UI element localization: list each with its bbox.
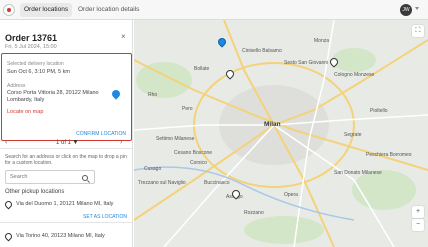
pager-prev-button[interactable]: ‹ [5,139,7,146]
map-pin-icon [3,199,14,210]
map-roads [134,20,428,247]
map[interactable]: Milan Monza Sesto San Giovanni Cologno M… [134,20,428,247]
map-place-label: Sesto San Giovanni [284,60,329,66]
order-panel: Order 13761 Fri, 5 Jul 2024, 15:00 × Sel… [0,20,133,247]
confirm-location-button[interactable]: CONFIRM LOCATION [76,131,126,137]
map-place-label: Pioltello [370,108,388,114]
map-pin-icon [3,231,14,242]
search-box[interactable] [5,170,95,184]
search-icon[interactable] [82,175,88,181]
page-title: Order 13761 [5,33,58,43]
map-pin-icon [110,88,122,100]
top-bar: Order locations Order location details J… [0,0,428,20]
tab-order-location-details[interactable]: Order location details [74,3,143,17]
list-item[interactable]: Via del Duomo 1, 20121 Milano MI, Italy … [0,199,132,223]
selected-location-card[interactable]: Selected delivery location Sun Oct 6, 3:… [1,53,132,141]
map-place-label: Monza [314,38,330,44]
filter-icon[interactable]: ▼ [72,139,79,146]
map-place-label: Trezzano sul Naviglio [138,180,186,186]
order-subtitle: Fri, 5 Jul 2024, 15:00 [5,44,57,50]
zoom-in-button[interactable]: + [412,206,424,218]
map-place-label: Corsico [190,160,207,166]
location-address: Via del Duomo 1, 20121 Milano MI, Italy [16,201,114,207]
app-logo-icon[interactable] [3,4,15,16]
map-place-label: Cologno Monzese [334,72,375,78]
map-place-label: Pero [182,106,193,112]
map-place-label: Bollate [194,66,210,72]
list-item[interactable]: Via Torino 40, 20123 Milano MI, Italy [0,231,132,247]
card-date: Sun Oct 6, 3:10 PM, 5 km [7,69,70,75]
map-place-label: Rho [148,92,158,98]
pager: ‹ 1 of 1 ▼ › [0,138,132,149]
close-icon[interactable]: × [121,32,126,41]
map-place-label: Rozzano [244,210,264,216]
chevron-down-icon[interactable] [415,7,419,10]
pager-count: 1 of 1 [56,140,72,146]
help-text-2: for a custom location. [5,160,53,166]
map-place-label: Peschiera Borromeo [366,152,412,158]
location-address: Via Torino 40, 20123 Milano MI, Italy [16,233,105,239]
avatar[interactable]: JW [400,4,412,16]
pager-next-button[interactable]: › [120,139,122,146]
search-input[interactable] [10,174,80,180]
section-heading: Other pickup locations [5,189,65,195]
set-as-location-button[interactable]: SET AS LOCATION [83,214,127,220]
map-city-label: Milan [264,121,281,128]
card-address-line1: Corso Porta Vittoria 28, 20122 Milano [7,90,99,96]
card-address-label: Address [7,83,26,89]
map-place-label: Cesano Boscone [174,150,213,156]
tab-order-locations[interactable]: Order locations [20,3,73,17]
fullscreen-button[interactable]: ⛶ [412,25,424,37]
map-place-label: Opera [284,192,298,198]
map-place-label: Cusago [144,166,162,172]
map-place-label: San Donato Milanese [334,170,382,176]
map-place-label: Buccinasco [204,180,230,186]
map-place-label: Segrate [344,132,362,138]
zoom-out-button[interactable]: − [412,219,424,231]
card-address-line2: Lombardy, Italy [7,97,45,103]
card-label: Selected delivery location [7,61,64,67]
map-place-label: Cinisello Balsamo [242,48,282,54]
map-place-label: Settimo Milanese [156,136,195,142]
locate-on-map-link[interactable]: Locate on map [7,109,43,115]
